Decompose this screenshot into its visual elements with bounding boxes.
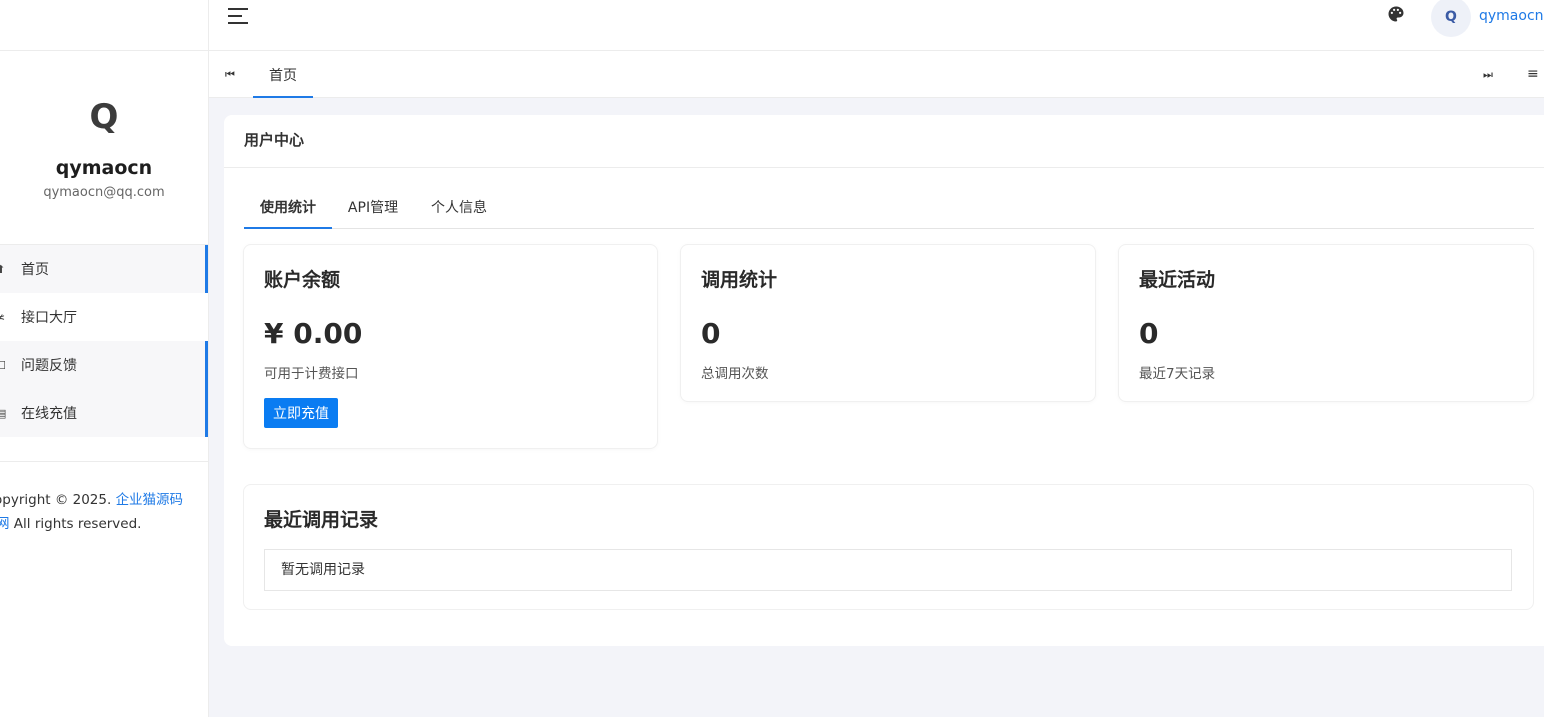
copyright-line: opyright © 2025. 企业猫源码 [0,488,208,512]
recharge-icon: ▤ [0,407,8,420]
tab-scroll-left-icon[interactable]: ⏮ [225,68,235,82]
rights-line: 网 All rights reserved. [0,512,208,536]
brand-link[interactable]: 企业猫源码 [116,492,184,508]
sidebar-item-label: 在线充值 [21,406,77,422]
feedback-icon: ☐ [0,359,8,372]
user-profile: Q qymaocn qymaocn@qq.com [0,51,208,245]
sidebar: Q qymaocn qymaocn@qq.com ⬆ 首页 ≭ 接口大厅 ☐ 问… [0,0,209,717]
page-tab-bar: ⏮ 首页 ⏭ ≡ [209,51,1544,98]
sidebar-logo-area [0,0,208,51]
tab-api-management[interactable]: API管理 [344,193,402,229]
top-header: Q qymaocn [209,0,1544,51]
recharge-button[interactable]: 立即充值 [264,398,338,428]
recent-activity-value: 0 [1139,317,1159,350]
tab-personal-info[interactable]: 个人信息 [428,193,490,229]
rights-text: All rights reserved. [9,516,142,532]
card-description: 最近7天记录 [1139,366,1216,382]
call-stats-card: 调用统计 0 总调用次数 [680,244,1096,402]
balance-value: ¥ 0.00 [264,317,363,350]
content-tabs: 使用统计 API管理 个人信息 [244,193,1534,229]
recent-activity-card: 最近活动 0 最近7天记录 [1118,244,1534,402]
api-icon: ≭ [0,311,8,324]
sidebar-item-api-hall[interactable]: ≭ 接口大厅 [0,293,208,341]
avatar: Q [89,97,119,137]
sidebar-nav: ⬆ 首页 ≭ 接口大厅 ☐ 问题反馈 ▤ 在线充值 [0,245,208,437]
user-center-panel: 用户中心 使用统计 API管理 个人信息 账户余额 ¥ 0.00 可用于计费接口… [224,115,1544,646]
brand-link-tail[interactable]: 网 [0,516,10,532]
card-description: 总调用次数 [701,366,769,382]
sidebar-item-feedback[interactable]: ☐ 问题反馈 [0,341,208,389]
sidebar-item-label: 接口大厅 [21,310,77,326]
sidebar-item-label: 首页 [21,262,49,278]
card-title: 调用统计 [701,269,778,291]
sidebar-item-home[interactable]: ⬆ 首页 [0,245,208,293]
header-avatar[interactable]: Q [1431,0,1471,37]
tab-scroll-right-icon[interactable]: ⏭ [1483,68,1493,82]
recent-calls-card: 最近调用记录 暂无调用记录 [243,484,1534,610]
card-title: 账户余额 [264,269,341,291]
sidebar-footer: opyright © 2025. 企业猫源码 网 All rights rese… [0,461,208,536]
empty-records-message: 暂无调用记录 [264,549,1512,591]
tab-home[interactable]: 首页 [253,51,313,98]
sidebar-item-recharge[interactable]: ▤ 在线充值 [0,389,208,437]
tab-usage-stats[interactable]: 使用统计 [244,193,332,229]
balance-card: 账户余额 ¥ 0.00 可用于计费接口 立即充值 [243,244,658,449]
card-description: 可用于计费接口 [264,366,359,382]
sidebar-item-label: 问题反馈 [21,358,77,374]
header-username[interactable]: qymaocn [1479,8,1544,24]
total-calls-value: 0 [701,317,721,350]
profile-email: qymaocn@qq.com [43,185,165,200]
tab-menu-icon[interactable]: ≡ [1527,66,1539,82]
profile-username: qymaocn [55,157,153,179]
card-title: 最近活动 [1139,269,1216,291]
palette-icon[interactable] [1387,5,1405,23]
home-icon: ⬆ [0,263,8,276]
menu-toggle-icon[interactable] [228,8,250,26]
page-title: 用户中心 [224,115,1544,168]
copyright-text: opyright © 2025. [0,492,116,508]
card-title: 最近调用记录 [264,509,379,531]
